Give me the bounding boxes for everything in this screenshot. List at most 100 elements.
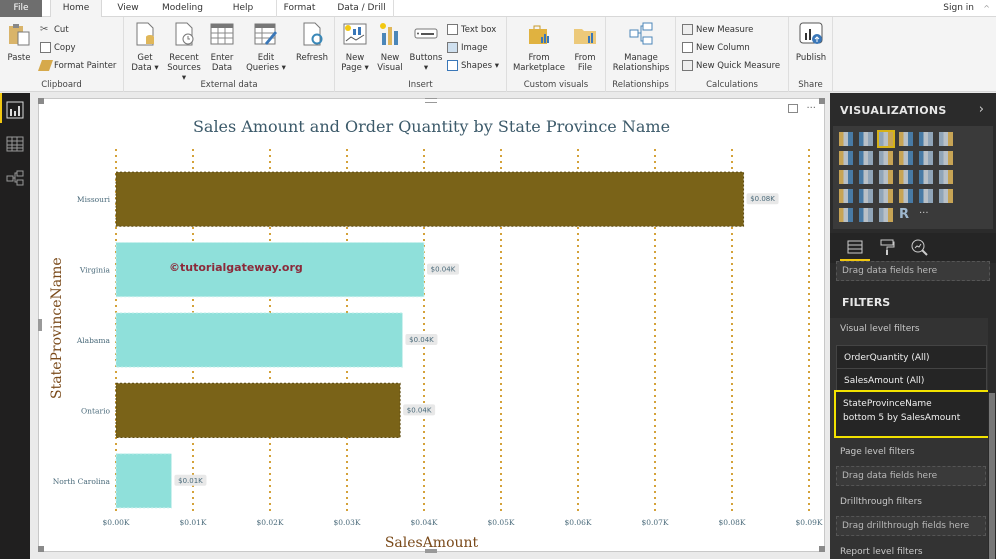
new-visual-button[interactable]: New Visual xyxy=(375,21,405,73)
tab-help[interactable]: Help xyxy=(222,0,264,17)
text-box-icon xyxy=(447,24,458,35)
new-measure-label: New Measure xyxy=(696,25,754,35)
scrollbar-thumb[interactable] xyxy=(989,393,995,559)
new-quick-measure-button[interactable]: New Quick Measure xyxy=(682,59,780,73)
viz-line-chart-icon[interactable] xyxy=(839,151,853,165)
tab-file[interactable]: File xyxy=(0,0,42,17)
bar-chart-visual[interactable]: ··· Sales Amount and Order Quantity by S… xyxy=(38,98,825,553)
refresh-button[interactable]: Refresh xyxy=(294,21,330,63)
edit-queries-icon xyxy=(254,23,277,45)
filters-area: Visual level filters OrderQuantity (All)… xyxy=(830,318,992,559)
viz-stacked-area-icon[interactable] xyxy=(879,151,893,165)
image-icon xyxy=(447,42,458,53)
from-file-button[interactable]: From File xyxy=(570,21,600,73)
image-button[interactable]: Image xyxy=(447,41,488,55)
viz-slicer-icon[interactable] xyxy=(839,208,853,222)
copy-button[interactable]: Copy xyxy=(40,41,76,55)
viz-waterfall-icon[interactable] xyxy=(839,170,853,184)
format-painter-button[interactable]: Format Painter xyxy=(37,59,116,73)
viz-scatter-icon[interactable] xyxy=(859,170,873,184)
viz-line-column-icon[interactable] xyxy=(899,151,913,165)
tab-data-drill[interactable]: Data / Drill xyxy=(330,0,394,17)
data-view-icon[interactable] xyxy=(6,135,24,153)
viz-area-chart-icon[interactable] xyxy=(859,151,873,165)
tab-home[interactable]: Home xyxy=(50,0,102,18)
viz-matrix-icon[interactable] xyxy=(879,208,893,222)
manage-relationships-label-1: Manage xyxy=(624,53,658,63)
filter-state: (All) xyxy=(906,376,925,386)
cut-label: Cut xyxy=(54,25,69,35)
viz-treemap-icon[interactable] xyxy=(919,170,933,184)
viz-stacked-bar-icon[interactable] xyxy=(839,132,853,146)
x-tick-label: $0.08K xyxy=(718,518,745,527)
text-box-button[interactable]: Text box xyxy=(447,23,496,37)
folder-chart-icon xyxy=(574,29,596,44)
format-paint-roller-icon[interactable] xyxy=(878,238,896,256)
new-column-button[interactable]: New Column xyxy=(682,41,750,55)
group-clipboard: Paste ✂ Cut Copy Format Painter Clipboard xyxy=(0,17,124,92)
viz-line-clustered-column-icon[interactable] xyxy=(919,151,933,165)
viz-100-stacked-bar-icon[interactable] xyxy=(919,132,933,146)
viz-clustered-bar-icon[interactable] xyxy=(877,130,895,148)
tab-format[interactable]: Format xyxy=(276,0,322,17)
publish-button[interactable]: Publish xyxy=(792,21,830,63)
filters-scrollbar[interactable] xyxy=(988,318,996,559)
viz-multi-row-card-icon[interactable] xyxy=(919,189,933,203)
scissors-icon: ✂ xyxy=(40,24,49,35)
visualizations-title: VISUALIZATIONS xyxy=(840,104,947,117)
shapes-button[interactable]: Shapes ▾ xyxy=(447,59,499,73)
get-data-button[interactable]: Get Data ▾ xyxy=(129,21,161,73)
viz-pie-icon[interactable] xyxy=(879,170,893,184)
relationships-view-icon[interactable] xyxy=(6,169,24,187)
collapse-ribbon-icon[interactable]: ^ xyxy=(983,0,990,17)
viz-r-script-icon[interactable]: R xyxy=(899,208,913,222)
buttons-button[interactable]: Buttons ▾ xyxy=(409,21,443,73)
collapse-pane-icon[interactable]: › xyxy=(979,102,984,117)
viz-donut-icon[interactable] xyxy=(899,170,913,184)
new-measure-button[interactable]: New Measure xyxy=(682,23,753,37)
copy-icon xyxy=(40,42,51,53)
from-marketplace-button[interactable]: From Marketplace xyxy=(512,21,566,73)
sign-in-link[interactable]: Sign in xyxy=(943,0,974,17)
copy-label: Copy xyxy=(54,43,76,53)
viz-more-icon[interactable]: ··· xyxy=(919,208,933,222)
page-filters-drop-zone[interactable]: Drag data fields here xyxy=(836,466,986,486)
data-label: $0.04K xyxy=(409,336,434,344)
manage-relationships-label-2: Relationships xyxy=(612,63,670,73)
recent-sources-button[interactable]: Recent Sources ▾ xyxy=(164,21,204,83)
enter-data-button[interactable]: Enter Data xyxy=(207,21,237,73)
tab-modeling[interactable]: Modeling xyxy=(155,0,210,17)
text-box-label: Text box xyxy=(461,25,497,35)
fields-drop-zone[interactable]: Drag data fields here xyxy=(836,261,990,281)
new-column-label: New Column xyxy=(696,43,750,53)
cut-button[interactable]: ✂ Cut xyxy=(40,23,69,37)
x-tick-label: $0.04K xyxy=(410,518,437,527)
refresh-label: Refresh xyxy=(295,53,329,63)
paste-button[interactable]: Paste xyxy=(5,21,33,63)
edit-queries-label-2: Queries ▾ xyxy=(246,63,286,73)
manage-relationships-button[interactable]: Manage Relationships xyxy=(609,21,673,73)
bar xyxy=(115,453,172,509)
tab-view[interactable]: View xyxy=(110,0,146,17)
new-page-label-2: Page ▾ xyxy=(341,63,369,73)
edit-queries-button[interactable]: Edit Queries ▾ xyxy=(246,21,286,73)
new-page-button[interactable]: New Page ▾ xyxy=(340,21,370,73)
viz-clustered-column-icon[interactable] xyxy=(899,132,913,146)
viz-filled-map-icon[interactable] xyxy=(839,189,853,203)
filter-card-stateprovincename[interactable]: StateProvinceName bottom 5 by SalesAmoun… xyxy=(834,390,992,438)
viz-ribbon-chart-icon[interactable] xyxy=(939,151,953,165)
viz-stacked-column-icon[interactable] xyxy=(859,132,873,146)
viz-100-stacked-column-icon[interactable] xyxy=(939,132,953,146)
group-external-data: Get Data ▾ Recent Sources ▾ Enter Data E… xyxy=(124,17,335,92)
drillthrough-drop-zone[interactable]: Drag drillthrough fields here xyxy=(836,516,986,536)
viz-table-icon[interactable] xyxy=(859,208,873,222)
viz-gauge-icon[interactable] xyxy=(879,189,893,203)
viz-map-icon[interactable] xyxy=(939,170,953,184)
fields-tab-icon[interactable] xyxy=(846,238,864,256)
viz-funnel-icon[interactable] xyxy=(859,189,873,203)
page-level-filters-label: Page level filters xyxy=(840,447,915,457)
viz-kpi-icon[interactable] xyxy=(939,189,953,203)
viz-card-icon[interactable] xyxy=(899,189,913,203)
report-view-icon[interactable] xyxy=(6,101,24,119)
analytics-magnifier-icon[interactable] xyxy=(910,238,928,256)
